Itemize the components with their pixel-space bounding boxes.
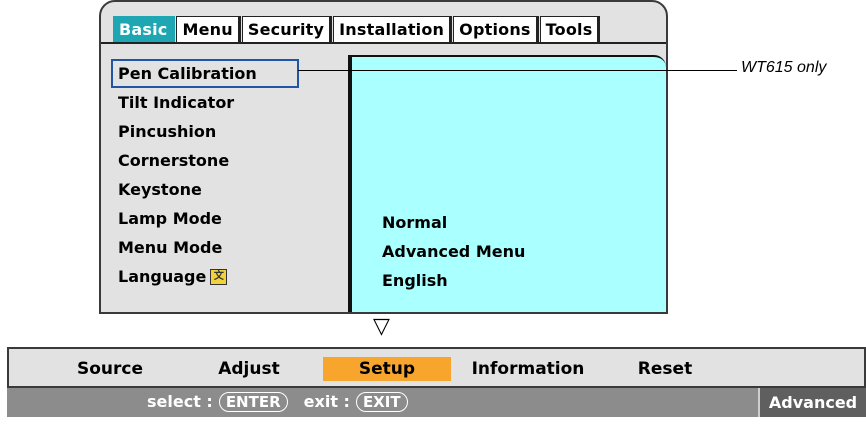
menu-item-label: Keystone: [118, 180, 202, 199]
main-menu-adjust[interactable]: Adjust: [214, 357, 284, 381]
menu-item-label: Lamp Mode: [118, 209, 222, 228]
menu-mode-value: Advanced Menu: [382, 242, 526, 261]
menu-item-label: Pen Calibration: [118, 64, 257, 83]
tab-options[interactable]: Options: [453, 16, 539, 42]
menu-item-lamp-mode[interactable]: Lamp Mode: [111, 204, 343, 233]
exit-label: exit :: [303, 392, 350, 411]
menu-item-cornerstone[interactable]: Cornerstone: [111, 146, 343, 175]
select-label: select :: [147, 392, 213, 411]
menu-item-language[interactable]: Language 文: [111, 262, 343, 291]
tab-bar: Basic Menu Security Installation Options…: [113, 16, 601, 42]
menu-item-keystone[interactable]: Keystone: [111, 175, 343, 204]
menu-item-label: Menu Mode: [118, 238, 223, 257]
annotation-leader-line: [298, 70, 737, 71]
status-bar: select : ENTER exit : EXIT Advanced Menu: [7, 388, 866, 441]
key-help: select : ENTER exit : EXIT: [147, 391, 408, 413]
menu-item-label: Cornerstone: [118, 151, 230, 170]
language-value: English: [382, 271, 448, 290]
tab-divider: [101, 42, 666, 44]
main-menu-information[interactable]: Information: [464, 357, 592, 381]
language-icon: 文: [210, 268, 228, 285]
bottom-menu: Source Adjust Setup Information Reset se…: [7, 347, 866, 441]
tab-installation[interactable]: Installation: [333, 16, 453, 42]
menu-item-label: Language: [118, 267, 207, 286]
main-menu-reset[interactable]: Reset: [630, 357, 700, 381]
main-menu-bar: Source Adjust Setup Information Reset: [7, 347, 866, 388]
menu-mode-indicator: Advanced Menu: [758, 388, 866, 441]
settings-list: Pen Calibration Tilt Indicator Pincushio…: [111, 59, 343, 291]
menu-item-pen-calibration[interactable]: Pen Calibration: [111, 59, 299, 88]
tab-tools[interactable]: Tools: [539, 16, 601, 42]
menu-item-menu-mode[interactable]: Menu Mode: [111, 233, 343, 262]
menu-item-tilt-indicator[interactable]: Tilt Indicator: [111, 88, 343, 117]
lamp-mode-value: Normal: [382, 213, 448, 232]
menu-item-pincushion[interactable]: Pincushion: [111, 117, 343, 146]
menu-item-label: Pincushion: [118, 122, 217, 141]
value-pane: Normal Advanced Menu English: [348, 55, 666, 312]
osd-window: Basic Menu Security Installation Options…: [99, 0, 668, 314]
enter-key: ENTER: [218, 392, 288, 412]
tab-security[interactable]: Security: [241, 16, 333, 42]
down-triangle-icon: ▽: [373, 314, 390, 339]
tab-basic[interactable]: Basic: [113, 16, 176, 42]
exit-key: EXIT: [355, 392, 408, 412]
tab-menu[interactable]: Menu: [176, 16, 241, 42]
model-note: WT615 only: [741, 59, 827, 76]
main-menu-setup[interactable]: Setup: [323, 357, 451, 381]
main-menu-source[interactable]: Source: [75, 357, 145, 381]
menu-item-label: Tilt Indicator: [118, 93, 235, 112]
